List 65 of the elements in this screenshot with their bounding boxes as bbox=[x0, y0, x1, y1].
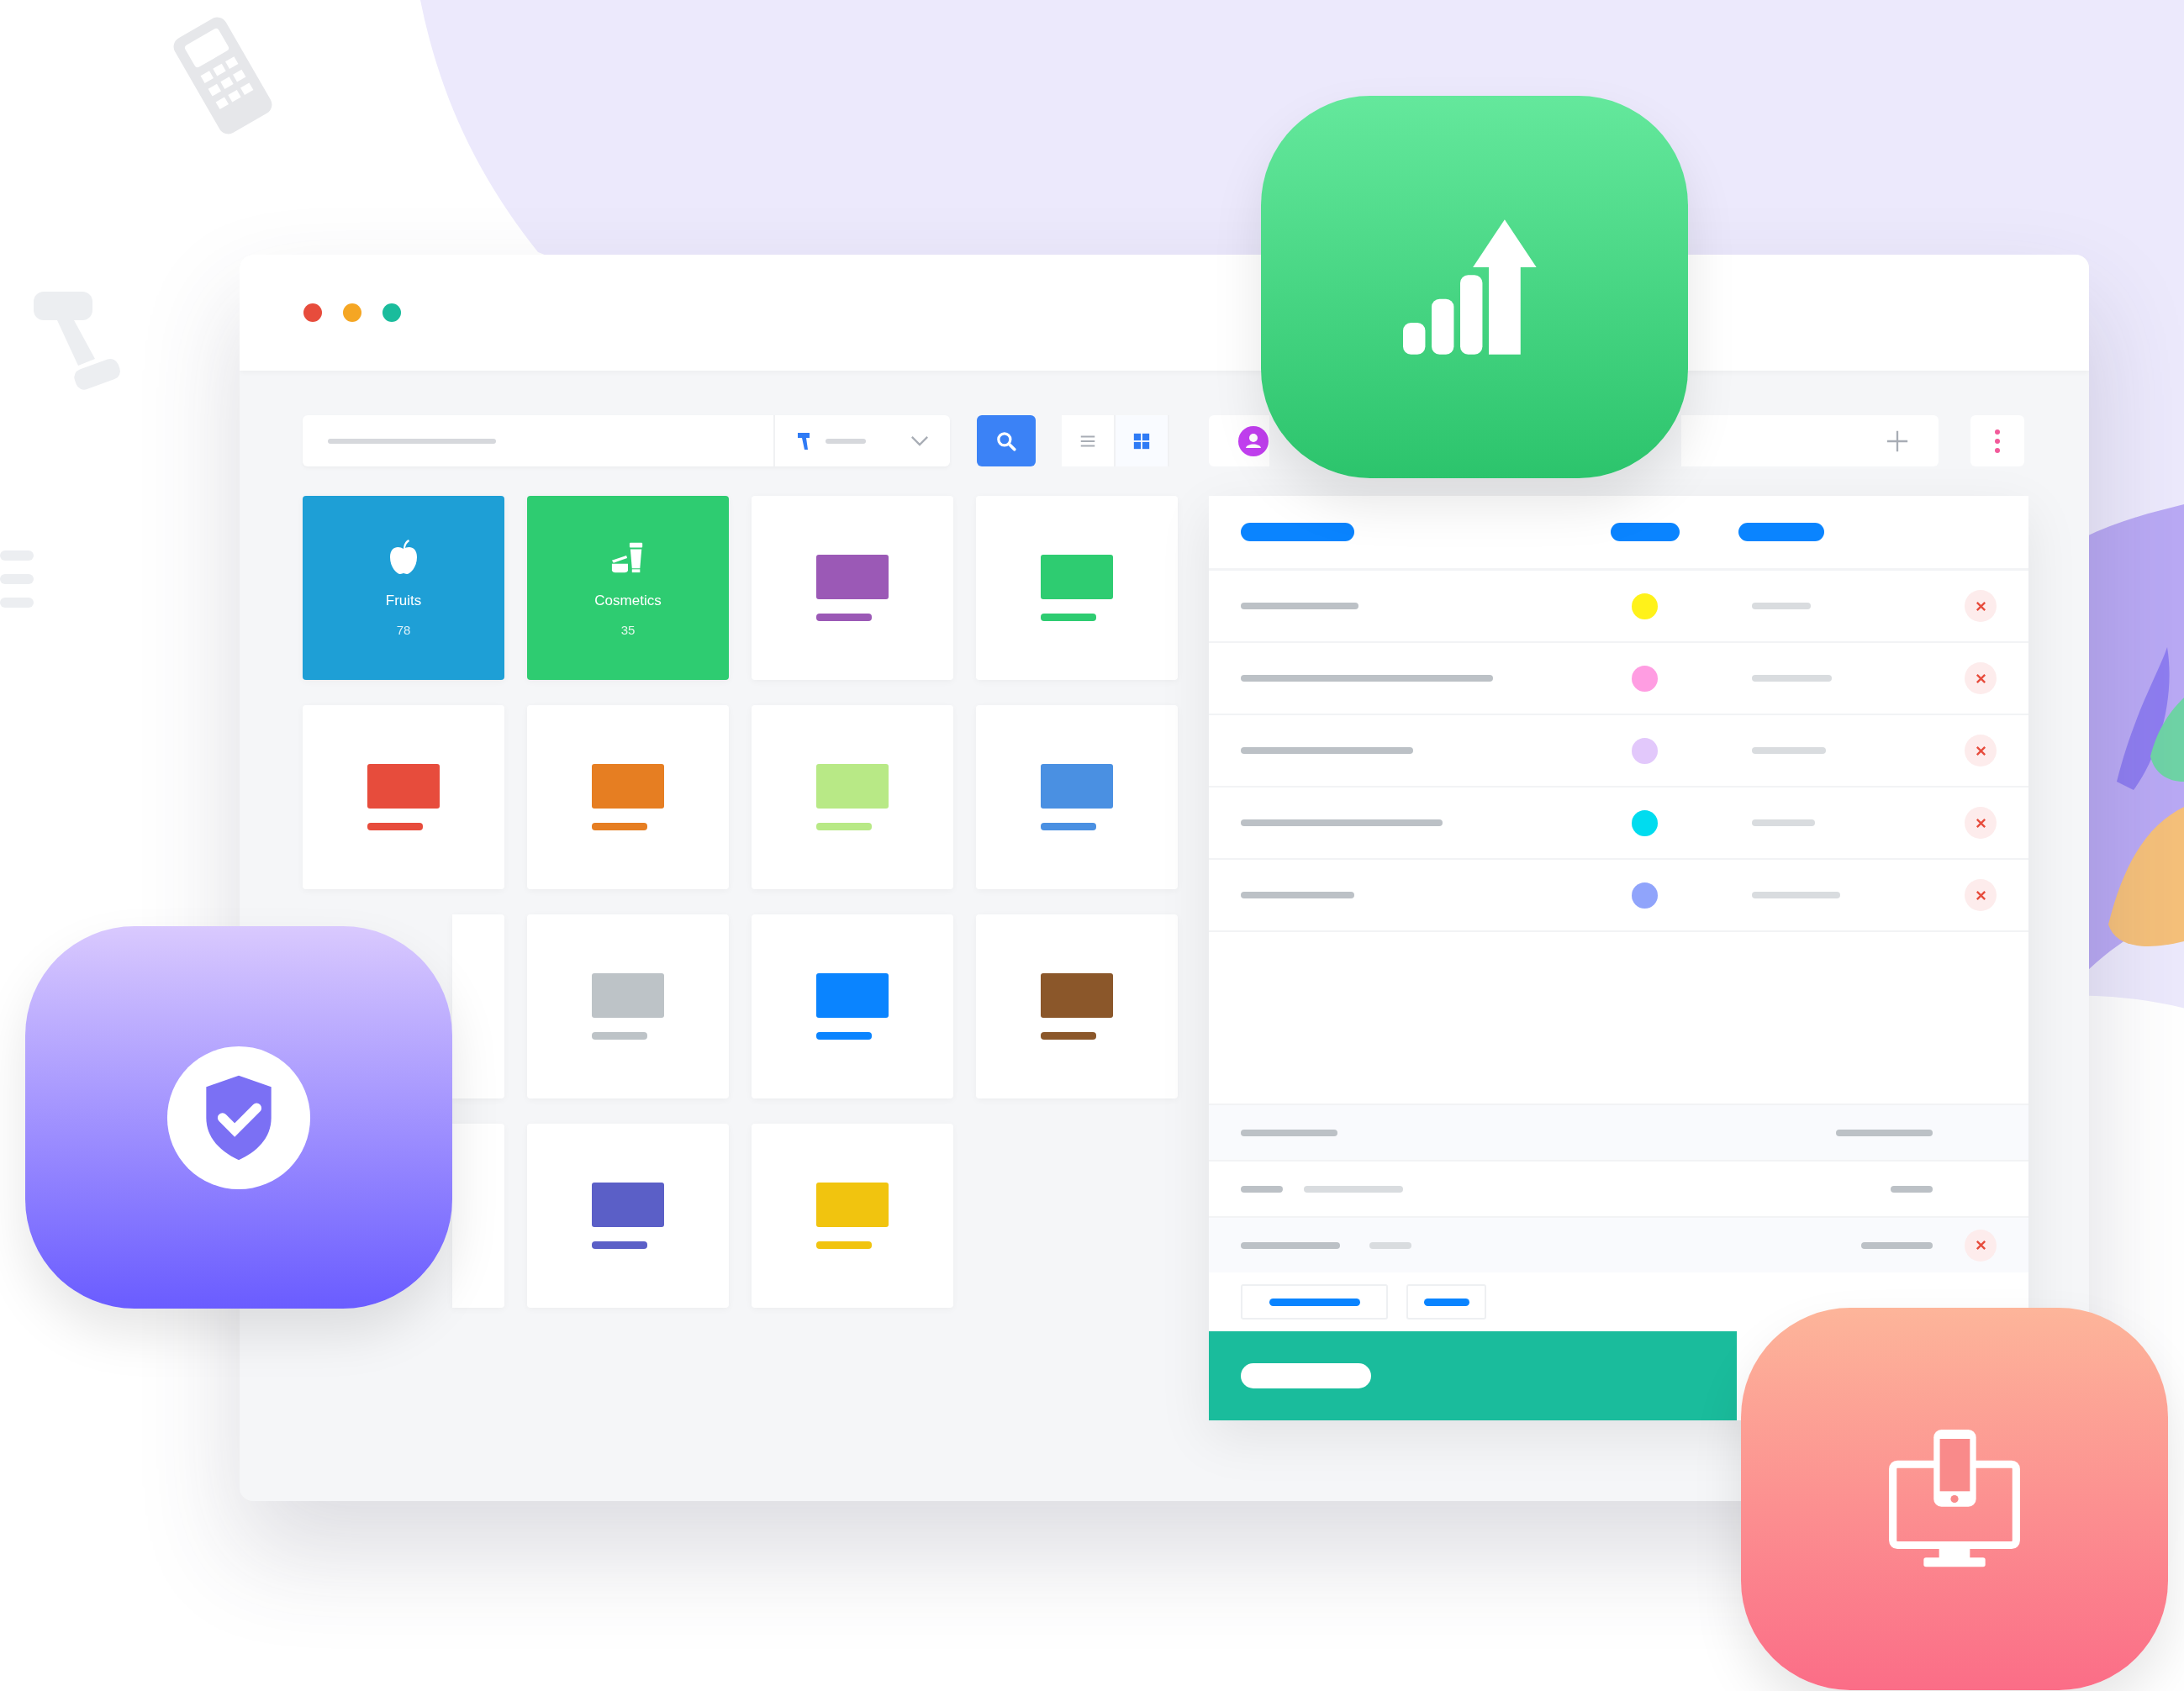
product-name-bar bbox=[816, 614, 872, 621]
product-name-bar bbox=[592, 1241, 647, 1249]
remove-button[interactable] bbox=[1965, 735, 1997, 766]
remove-button[interactable] bbox=[1965, 590, 1997, 622]
product-name-bar bbox=[1041, 614, 1096, 621]
discount-button[interactable] bbox=[1241, 1284, 1388, 1320]
category-tile[interactable]: Fruits 78 bbox=[303, 496, 504, 680]
search-icon bbox=[995, 429, 1017, 452]
remove-button[interactable] bbox=[1965, 807, 1997, 839]
amount-bar bbox=[1891, 1185, 1933, 1193]
grid-icon bbox=[1132, 431, 1151, 450]
note-button[interactable] bbox=[1406, 1284, 1486, 1320]
label-bar bbox=[1241, 1185, 1283, 1193]
window-control-dot[interactable] bbox=[382, 303, 401, 322]
price-bar bbox=[1752, 603, 1811, 609]
customer-field[interactable] bbox=[1209, 415, 1269, 466]
search-field[interactable] bbox=[303, 415, 950, 466]
product-name-bar bbox=[367, 823, 423, 830]
more-options-button[interactable] bbox=[1970, 415, 2024, 466]
close-icon bbox=[1974, 744, 1987, 757]
item-count: 35 bbox=[620, 623, 636, 637]
product-tile[interactable] bbox=[527, 705, 729, 889]
product-name-bar bbox=[1041, 823, 1096, 830]
user-avatar-icon bbox=[1238, 425, 1269, 456]
product-tile[interactable] bbox=[303, 705, 504, 889]
window-control-dot[interactable] bbox=[343, 303, 361, 322]
product-tile[interactable] bbox=[976, 914, 1178, 1098]
more-vertical-icon bbox=[1994, 428, 2001, 454]
add-icon bbox=[1886, 429, 1909, 453]
product-tile[interactable] bbox=[527, 1124, 729, 1308]
product-name-bar bbox=[592, 823, 647, 830]
grid-view-button[interactable] bbox=[1116, 415, 1169, 466]
shield-check-icon bbox=[166, 1044, 312, 1191]
close-icon bbox=[1974, 1239, 1987, 1251]
product-tile[interactable] bbox=[752, 496, 953, 680]
item-count: 78 bbox=[396, 623, 411, 637]
remove-button[interactable] bbox=[1965, 1229, 1997, 1262]
product-tile[interactable] bbox=[752, 914, 953, 1098]
close-icon bbox=[1974, 888, 1987, 902]
product-tile[interactable] bbox=[452, 1124, 504, 1308]
product-tile[interactable] bbox=[527, 914, 729, 1098]
product-name-bar bbox=[1041, 1032, 1096, 1040]
pay-button[interactable] bbox=[1209, 1331, 1737, 1420]
detail-bar bbox=[1369, 1241, 1411, 1249]
product-name-bar bbox=[816, 1032, 872, 1040]
product-name-bar bbox=[816, 823, 872, 830]
close-icon bbox=[1974, 816, 1987, 830]
product-name-bar bbox=[592, 1032, 647, 1040]
close-icon bbox=[1974, 672, 1987, 685]
product-tile[interactable] bbox=[976, 705, 1178, 889]
window-control-dot[interactable] bbox=[303, 303, 322, 322]
remove-button[interactable] bbox=[1965, 662, 1997, 694]
category-name: Fruits bbox=[385, 593, 422, 609]
search-button[interactable] bbox=[977, 415, 1036, 466]
placeholder-bar bbox=[826, 438, 866, 444]
product-tile[interactable] bbox=[752, 1124, 953, 1308]
category-name: Cosmetics bbox=[594, 593, 662, 609]
close-icon bbox=[1974, 599, 1987, 613]
product-tile[interactable] bbox=[976, 496, 1178, 680]
remove-button[interactable] bbox=[1965, 879, 1997, 911]
category-tile[interactable]: Cosmetics 35 bbox=[527, 496, 729, 680]
product-tile[interactable] bbox=[752, 705, 953, 889]
product-tile[interactable] bbox=[452, 914, 504, 1098]
chevron-down-icon[interactable] bbox=[910, 435, 929, 446]
product-name-bar bbox=[816, 1241, 872, 1249]
